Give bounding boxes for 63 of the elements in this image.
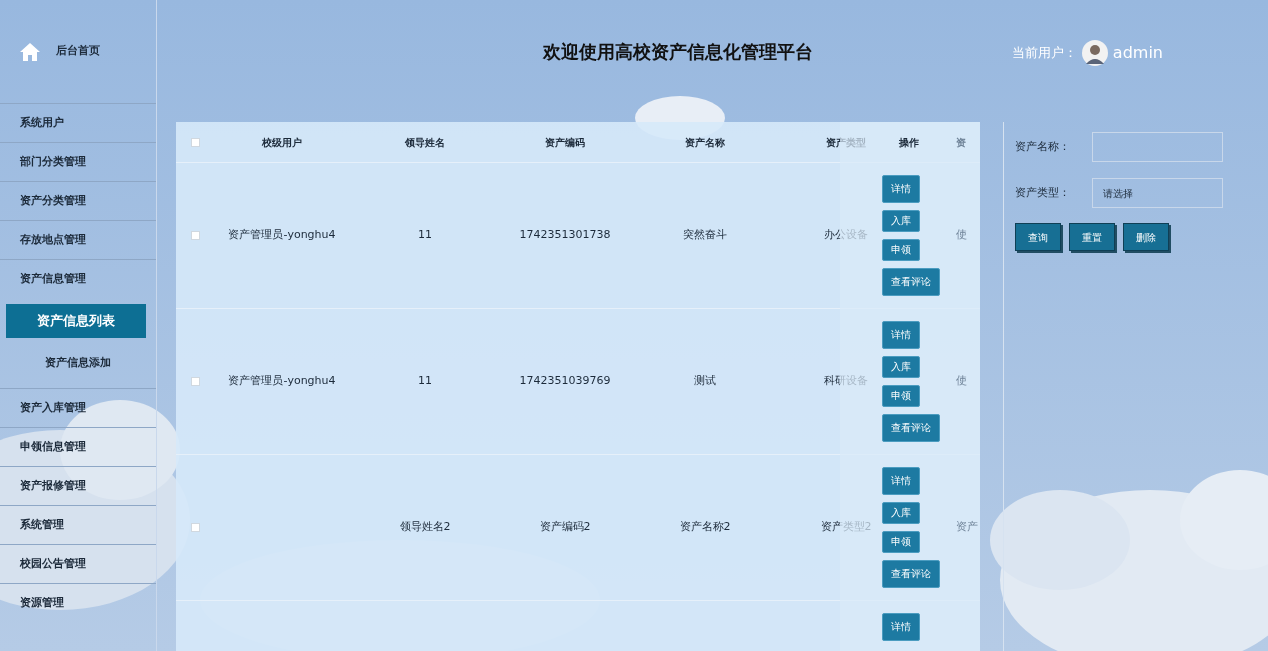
avatar-icon [1081,40,1108,66]
field-label: 资产名称： [1015,138,1071,155]
row-checkbox[interactable] [191,231,200,240]
row-checkbox[interactable] [191,523,200,532]
row-checkbox[interactable] [191,377,200,386]
details-button[interactable]: 详情 [882,467,920,495]
column-header: 校级用户 [262,136,302,148]
claim-button[interactable]: 申领 [882,531,920,553]
stock-in-button[interactable]: 入库 [882,356,920,378]
sidebar-item[interactable]: 资产报修管理 [0,466,156,505]
stock-in-button[interactable]: 入库 [882,502,920,524]
table-cell: 11 [418,374,432,388]
sidebar-item[interactable]: 部门分类管理 [0,142,156,181]
field-label: 资产类型： [1015,184,1071,201]
page-title: 欢迎使用高校资产信息化管理平台 [543,40,813,64]
column-header: 资产编码 [545,136,585,148]
details-button[interactable]: 详情 [882,613,920,641]
sidebar-item[interactable]: 存放地点管理 [0,220,156,259]
table-cell: 资产名称2 [679,520,731,534]
table-cell: 资产编码2 [539,520,591,534]
comments-button[interactable]: 查看评论 [882,268,940,296]
delete-button[interactable]: 删除 [1123,223,1169,251]
sidebar-item[interactable]: 资产入库管理 [0,388,156,427]
table-cell: 资产管理员-yonghu4 [228,374,336,388]
claim-button[interactable]: 申领 [882,239,920,261]
details-button[interactable]: 详情 [882,321,920,349]
column-header: 资 [956,136,966,148]
reset-button[interactable]: 重置 [1069,223,1115,251]
sidebar-item[interactable]: 资源管理 [0,583,156,622]
claim-button[interactable]: 申领 [882,385,920,407]
comments-button[interactable]: 查看评论 [882,560,940,588]
name-input[interactable] [1092,132,1223,162]
table-cell: 资产 [956,520,978,534]
select-all-checkbox[interactable] [191,137,200,147]
stock-in-button[interactable]: 入库 [882,210,920,232]
sidebar-item[interactable]: 申领信息管理 [0,427,156,466]
sidebar-item[interactable]: 系统用户 [0,103,156,142]
sidebar-item[interactable]: 系统管理 [0,505,156,544]
details-button[interactable]: 详情 [882,175,920,203]
user-label: 当前用户： [1011,44,1077,63]
column-header: 领导姓名 [405,136,445,148]
table-cell: 测试 [694,374,716,388]
table-cell: 资产管理员-yonghu4 [228,228,336,242]
table-cell: 突然奋斗 [683,228,727,242]
home-link[interactable]: 后台首页 [56,43,100,60]
search-button[interactable]: 查询 [1015,223,1061,251]
table-cell: 1742351301738 [519,228,611,242]
sidebar-subitem[interactable]: 资产信息列表 [6,304,146,338]
home-icon[interactable] [20,42,40,61]
sidebar-item[interactable]: 资产分类管理 [0,181,156,220]
column-header: 操作 [899,136,919,150]
table-cell: 11 [418,228,432,242]
sidebar-item[interactable]: 校园公告管理 [0,544,156,583]
table-cell: 领导姓名2 [399,520,451,534]
sidebar-subitem[interactable]: 资产信息添加 [0,338,156,388]
table-cell: 使 [956,228,967,242]
type-select[interactable]: 请选择 [1092,178,1223,208]
table-cell: 1742351039769 [519,374,611,388]
comments-button[interactable]: 查看评论 [882,414,940,442]
sidebar-item[interactable]: 资产信息管理 [0,259,156,298]
table-cell: 使 [956,374,967,388]
user-name: admin [1112,42,1163,64]
column-header: 资产名称 [685,136,725,148]
